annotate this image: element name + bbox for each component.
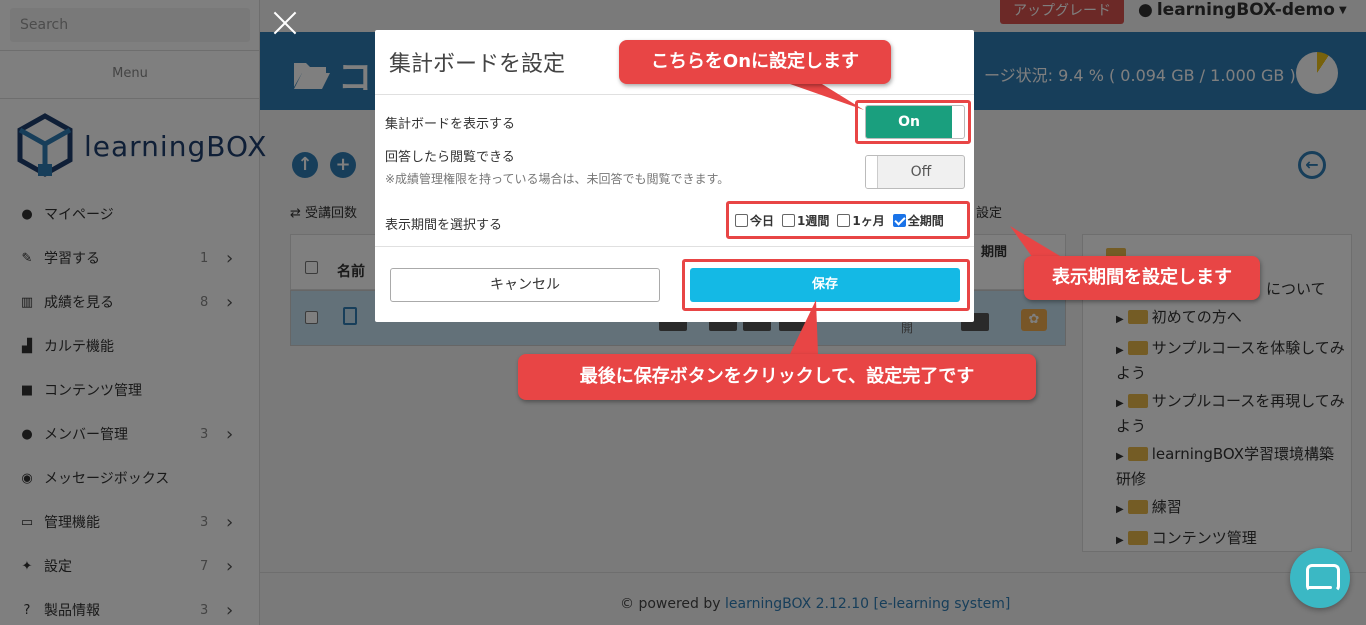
dialog-divider <box>375 246 974 247</box>
toggle-knob <box>866 156 878 188</box>
dialog-divider <box>375 94 974 95</box>
callout-set-period: 表示期間を設定します <box>1024 256 1260 300</box>
show-board-label: 集計ボードを表示する <box>385 117 516 132</box>
highlight-period-options <box>726 201 970 239</box>
callout-click-save: 最後に保存ボタンをクリックして、設定完了です <box>518 354 1036 400</box>
callout-set-on: こちらをOnに設定します <box>619 40 891 84</box>
view-after-answer-note: ※成績管理権限を持っている場合は、未回答でも閲覧できます。 <box>385 172 730 186</box>
highlight-save-button <box>682 259 970 311</box>
toggle-off-label: Off <box>910 164 932 180</box>
chat-button[interactable] <box>1290 548 1350 608</box>
close-icon[interactable] <box>270 8 300 38</box>
view-after-answer-label: 回答したら閲覧できる <box>385 150 515 165</box>
view-after-answer-toggle[interactable]: Off <box>865 155 965 189</box>
highlight-show-board-toggle <box>855 100 971 144</box>
period-label: 表示期間を選択する <box>385 218 503 233</box>
cancel-button[interactable]: キャンセル <box>390 268 660 302</box>
dialog-title: 集計ボードを設定 <box>389 52 566 77</box>
